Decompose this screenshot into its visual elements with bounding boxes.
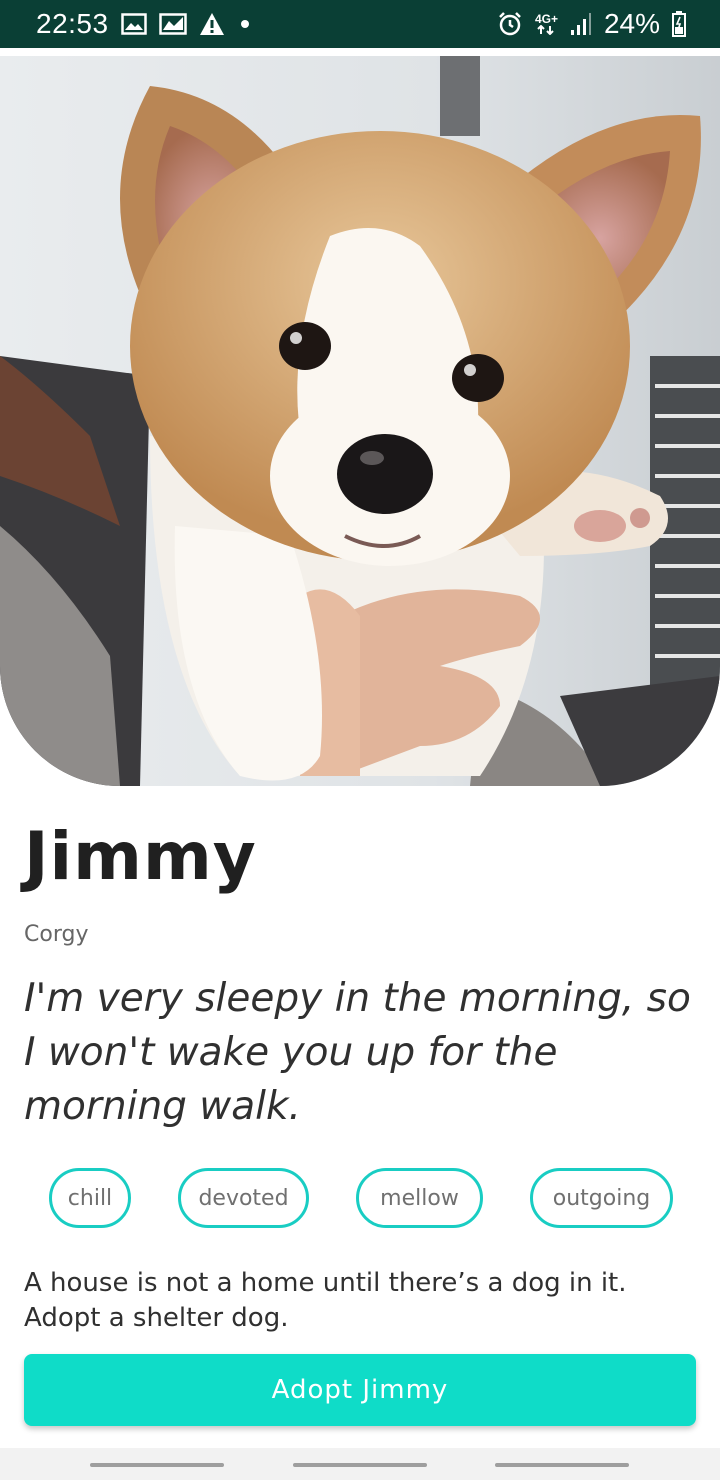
dog-photo [0, 56, 720, 786]
network-type: 4G+ [534, 12, 558, 26]
pet-quote: I'm very sleepy in the morning, so I won… [24, 976, 691, 1129]
status-bar: 22:53 4G+ 24% [0, 0, 720, 48]
signal-icon [570, 12, 592, 36]
status-bar-left: 22:53 [36, 8, 249, 40]
system-nav-bar [0, 1448, 720, 1480]
trait-chip-outgoing[interactable]: outgoing [530, 1168, 673, 1228]
image-icon [120, 13, 147, 35]
trait-chip-mellow[interactable]: mellow [356, 1168, 483, 1228]
pet-name: Jimmy [24, 818, 257, 895]
alarm-icon [497, 11, 523, 37]
battery-percent: 24% [603, 8, 660, 39]
warning-icon [199, 12, 225, 36]
adoption-tagline: A house is not a home until there’s a do… [24, 1268, 627, 1333]
dot-icon [240, 20, 249, 28]
nav-home-button[interactable] [293, 1463, 427, 1467]
chart-icon [158, 13, 187, 35]
status-bar-right: 4G+ 24% [497, 8, 686, 40]
nav-recents-button[interactable] [90, 1463, 224, 1467]
adopt-button[interactable]: Adopt Jimmy [24, 1354, 696, 1426]
network-icon: 4G+ [535, 13, 558, 35]
trait-chip-chill[interactable]: chill [49, 1168, 131, 1228]
battery-icon [672, 11, 686, 37]
nav-back-button[interactable] [495, 1463, 629, 1467]
status-time: 22:53 [36, 8, 109, 39]
trait-chip-devoted[interactable]: devoted [178, 1168, 309, 1228]
status-divider [0, 48, 720, 56]
pet-breed: Corgy [24, 922, 89, 947]
